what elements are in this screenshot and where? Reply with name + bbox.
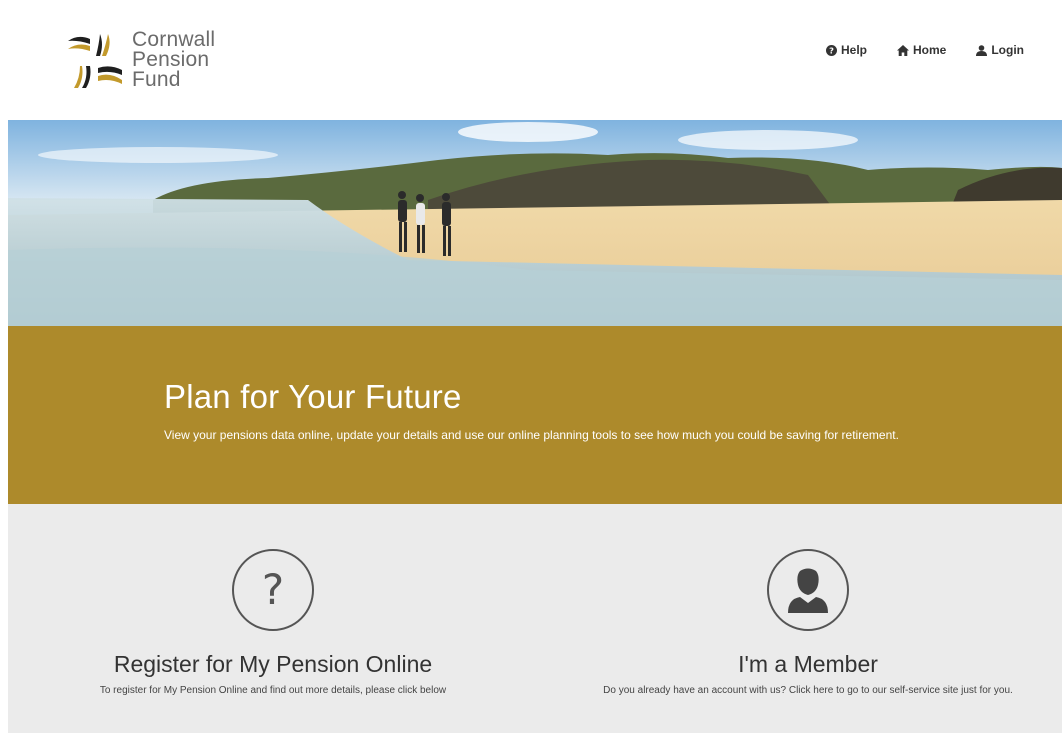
beach-scene-illustration <box>8 120 1062 326</box>
help-label: Help <box>840 43 867 57</box>
member-user-icon[interactable] <box>767 549 849 631</box>
logo-wordmark: Cornwall Pension Fund <box>132 28 216 91</box>
member-card[interactable]: I'm a Member Do you already have an acco… <box>578 504 1038 698</box>
question-mark-glyph: ? <box>261 565 285 614</box>
hero-beach-image <box>8 120 1062 326</box>
intro-banner: Plan for Your Future View your pensions … <box>8 326 1062 504</box>
member-title[interactable]: I'm a Member <box>578 651 1038 678</box>
cornwall-pension-fund-logo[interactable]: Cornwall Pension Fund <box>64 28 216 92</box>
options-panel: ? Register for My Pension Online To regi… <box>8 504 1062 733</box>
home-label: Home <box>913 43 947 57</box>
help-link[interactable]: ? Help <box>825 43 867 57</box>
home-icon <box>897 44 909 56</box>
banner-title: Plan for Your Future <box>164 378 462 415</box>
question-circle-large-icon[interactable]: ? <box>232 549 314 631</box>
login-link[interactable]: Login <box>976 43 1024 57</box>
top-nav: ? Help Home Login <box>796 43 1024 57</box>
home-link[interactable]: Home <box>897 43 946 57</box>
logo-mark-icon <box>68 34 122 88</box>
logo-line-3: Fund <box>132 68 181 91</box>
register-title[interactable]: Register for My Pension Online <box>38 651 508 678</box>
member-description: Do you already have an account with us? … <box>603 685 1013 696</box>
user-silhouette-icon <box>788 568 828 613</box>
question-circle-icon: ? <box>825 44 837 56</box>
register-description: To register for My Pension Online and fi… <box>99 685 447 696</box>
banner-description: View your pensions data online, update y… <box>164 428 899 442</box>
logo-line-2: Pension <box>132 48 210 71</box>
login-label: Login <box>991 43 1024 57</box>
register-card[interactable]: ? Register for My Pension Online To regi… <box>38 504 508 698</box>
user-icon <box>976 44 988 56</box>
site-header: Cornwall Pension Fund ? Help Home Login <box>0 0 1062 120</box>
svg-text:?: ? <box>829 45 834 55</box>
logo-line-1: Cornwall <box>132 28 216 51</box>
